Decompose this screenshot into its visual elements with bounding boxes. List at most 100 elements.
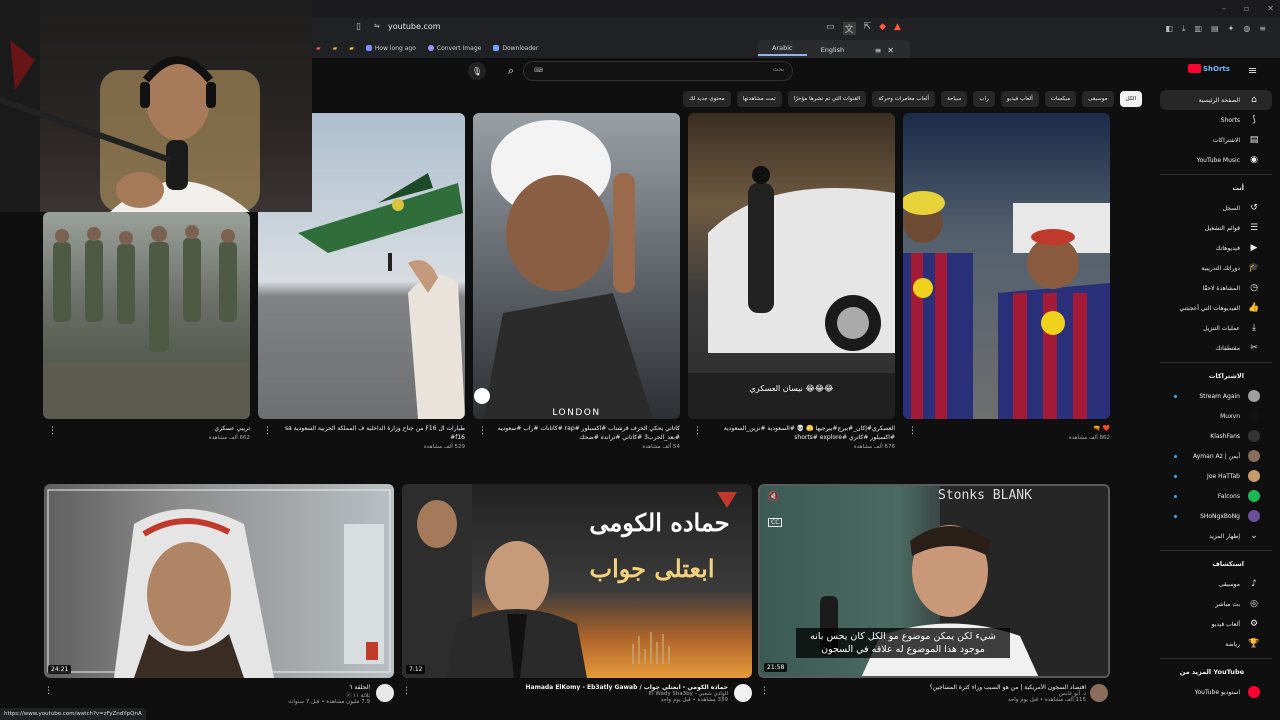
short-thumbnail[interactable] [903, 113, 1110, 419]
more-actions-icon[interactable]: ⋮ [263, 426, 272, 436]
sidebar-item[interactable]: عمليات التنزيل ⤓ [1160, 318, 1272, 338]
bookmark-folder-icon[interactable]: ▰ [333, 45, 338, 52]
short-thumbnail[interactable]: LONDON [473, 113, 680, 419]
bookmark-folder-icon[interactable]: ▰ [316, 45, 321, 52]
sidebar-subscription[interactable]: Joe HaTTab [1160, 466, 1272, 486]
video-title[interactable]: الحلقة ٦ [180, 684, 370, 691]
maximize-icon[interactable]: ▫ [1244, 4, 1249, 13]
cc-icon[interactable]: CC [768, 518, 783, 527]
chip[interactable]: راب [973, 91, 995, 107]
yt-logo[interactable]: ShOrts [1188, 64, 1230, 73]
bookmark-item[interactable]: Convert Image [427, 45, 481, 52]
translate-menu-icon[interactable]: ≡✕ [875, 46, 910, 55]
translate-icon[interactable]: 文 [842, 22, 856, 35]
sidebar-item[interactable]: مقتطفاتك ✂ [1160, 338, 1272, 358]
sidebar-section-header[interactable]: المزيد من YouTube [1160, 664, 1272, 680]
share-icon[interactable]: ⇱ [864, 22, 872, 35]
bookmark-star-icon[interactable]: ▯ [356, 22, 361, 32]
chip[interactable]: محتوى جديد لك [682, 91, 731, 107]
channel-avatar[interactable] [1090, 684, 1108, 702]
address-bar[interactable]: youtube.com [388, 22, 441, 31]
sidebar-section-header[interactable]: أنت [1160, 180, 1272, 196]
bookmark-folder-icon[interactable]: ▰ [349, 45, 354, 52]
menu-icon[interactable]: ≡ [1248, 64, 1257, 77]
cast-icon[interactable]: ▭ [826, 22, 835, 35]
more-actions-icon[interactable]: ⋮ [48, 426, 57, 436]
vpn-icon[interactable]: ◍ [1243, 24, 1250, 34]
sidebar-subscription[interactable]: KlashFans [1160, 426, 1272, 446]
sidebar-section-header[interactable]: استكشاف [1160, 556, 1272, 572]
sidebar-item[interactable]: موسيقى ♪ [1160, 574, 1272, 594]
video-meta: Hamada ElKomy - Eb3atly Gawab / حماده ال… [410, 684, 728, 703]
mute-icon[interactable]: 🔇 [768, 492, 779, 502]
minimize-icon[interactable]: – [1222, 4, 1226, 13]
video-thumbnail[interactable]: حماده الكومى ابعتلى جواب 7:12 [402, 484, 752, 678]
more-actions-icon[interactable]: ⋮ [44, 686, 53, 696]
puzzle-icon[interactable]: ✦ [1228, 24, 1235, 34]
bookmark-item[interactable]: Downloader [493, 45, 538, 52]
search-input[interactable]: ⌨ بحث [523, 61, 793, 81]
sidebar-item[interactable]: المشاهدة لاحقًا ◷ [1160, 278, 1272, 298]
video-channel[interactable]: ثلاثة ١١ ⓥ [180, 691, 370, 699]
video-title[interactable]: اقتصاد السجون الأمريكية | من هو السبب ور… [770, 684, 1086, 691]
rewards-icon[interactable]: ▲ [894, 22, 901, 35]
sidebar-item[interactable]: Shorts ⟆ [1160, 110, 1272, 130]
chip[interactable]: الكل [1119, 91, 1142, 107]
sidebar-item[interactable]: الصفحة الرئيسية ⌂ [1160, 90, 1272, 110]
sidebar-item[interactable]: قوائم التشغيل ☰ [1160, 218, 1272, 238]
channel-avatar[interactable] [734, 684, 752, 702]
sidebar-subscription[interactable]: SHoNgxBoNg [1160, 506, 1272, 526]
more-actions-icon[interactable]: ⋮ [760, 686, 769, 696]
mic-icon[interactable]: 🎙 [468, 62, 486, 80]
chip[interactable]: سياحة [941, 91, 968, 107]
chip[interactable]: تمت مشاهدتها [736, 91, 782, 107]
short-title[interactable]: العسكري#إكان_#بيرج#بيرجيها 🫣 💀 #السعودية… [700, 424, 895, 442]
chip[interactable]: القنوات التي تم نشرها مؤخرًا [787, 91, 867, 107]
chip[interactable]: ألعاب فيديو [1000, 91, 1039, 107]
wallet-icon[interactable]: ▤ [1211, 24, 1219, 34]
translate-target-lang[interactable]: English [807, 46, 858, 54]
bookmark-item[interactable]: How long ago [365, 45, 416, 52]
sidebar-icon[interactable]: ▥ [1194, 24, 1202, 34]
sidebar-item[interactable]: YouTube Music ◉ [1160, 150, 1272, 170]
keyboard-icon[interactable]: ⌨ [534, 67, 543, 74]
sidebar-section-header[interactable]: الاشتراكات [1160, 368, 1272, 384]
shield-icon[interactable]: ◆ [879, 22, 886, 35]
sidebar-item[interactable]: الفيديوهات التي أعجبتني 👍 [1160, 298, 1272, 318]
sidebar-item[interactable]: السجل ↺ [1160, 198, 1272, 218]
short-title[interactable]: كاتاني يحكي الحرف قرشناب #اكسبلور #rap #… [485, 424, 680, 442]
search-icon[interactable]: ⌕ [500, 61, 522, 81]
short-title[interactable]: تريبي عسكري [55, 424, 250, 433]
sidebar-subscription[interactable]: Falcons [1160, 486, 1272, 506]
video-thumbnail[interactable]: 24:21 [44, 484, 394, 678]
chip[interactable]: موسيقى [1082, 91, 1114, 107]
sidebar-subscription[interactable]: Stream Again [1160, 386, 1272, 406]
chip[interactable]: ألعاب مغامرات وحركة [872, 91, 936, 107]
more-actions-icon[interactable]: ⋮ [478, 426, 487, 436]
site-info-icon[interactable]: ⇋ [374, 22, 380, 30]
sidebar-subscription[interactable]: Ayman Az | أيمن [1160, 446, 1272, 466]
menu-icon[interactable]: ≡ [1259, 24, 1266, 34]
sidebar-subscription[interactable]: Muxvn [1160, 406, 1272, 426]
sidebar-item[interactable]: رياضة 🏆 [1160, 634, 1272, 654]
sidebar-studio[interactable]: YouTube استوديو [1160, 682, 1272, 702]
channel-avatar[interactable] [376, 684, 394, 702]
chip[interactable]: ميكسات [1044, 91, 1077, 107]
extension-icon[interactable]: ◧ [1165, 24, 1173, 34]
sidebar-item[interactable]: الاشتراكات ▤ [1160, 130, 1272, 150]
sidebar-item[interactable]: ألعاب فيديو ⚙ [1160, 614, 1272, 634]
video-title[interactable]: Hamada ElKomy - Eb3atly Gawab / حماده ال… [410, 684, 728, 691]
translate-source-lang[interactable]: Arabic [758, 44, 807, 56]
short-thumbnail[interactable]: 😂😂😂 نيسان العسكري [688, 113, 895, 419]
sidebar-item[interactable]: إظهار المزيد ⌄ [1160, 526, 1272, 546]
short-title[interactable]: طيارات ال F16 من جناح وزارة الداخلية ف ا… [270, 424, 465, 442]
sidebar-item[interactable]: بث مباشر ◎ [1160, 594, 1272, 614]
short-title[interactable]: ❤️ 🔫 [915, 424, 1110, 433]
more-actions-icon[interactable]: ⋮ [908, 426, 917, 436]
downloads-icon[interactable]: ⤓ [1182, 24, 1186, 34]
close-icon[interactable]: ✕ [1267, 4, 1274, 13]
short-thumbnail[interactable] [43, 212, 250, 419]
more-actions-icon[interactable]: ⋮ [693, 426, 702, 436]
sidebar-item[interactable]: فيديوهاتك ▶ [1160, 238, 1272, 258]
sidebar-item[interactable]: دوراتك التدريبية 🎓 [1160, 258, 1272, 278]
